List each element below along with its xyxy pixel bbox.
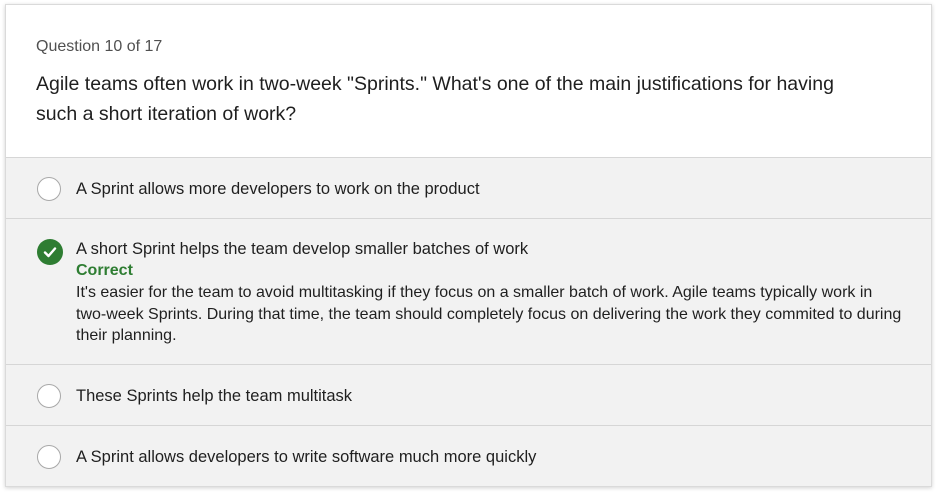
option-label: A Sprint allows developers to write soft… bbox=[76, 448, 537, 466]
answer-option-3[interactable]: These Sprints help the team multitask bbox=[6, 365, 931, 426]
question-text: Agile teams often work in two-week "Spri… bbox=[36, 73, 834, 125]
option-label: A short Sprint helps the team develop sm… bbox=[76, 240, 529, 258]
answer-explanation: It's easier for the team to avoid multit… bbox=[76, 284, 902, 344]
option-label: A Sprint allows more developers to work … bbox=[76, 180, 480, 198]
answer-option-1[interactable]: A Sprint allows more developers to work … bbox=[6, 158, 931, 219]
option-label: These Sprints help the team multitask bbox=[76, 387, 353, 405]
correct-status-label: Correct bbox=[76, 262, 133, 279]
answer-option-4[interactable]: A Sprint allows developers to write soft… bbox=[6, 426, 931, 486]
question-card: Question 10 of 17 Agile teams often work… bbox=[5, 4, 932, 487]
radio-button[interactable] bbox=[37, 384, 61, 408]
answer-option-2[interactable]: A short Sprint helps the team develop sm… bbox=[6, 219, 931, 365]
checkmark-icon bbox=[37, 239, 63, 265]
question-header: Question 10 of 17 Agile teams often work… bbox=[6, 5, 931, 158]
radio-button[interactable] bbox=[37, 177, 61, 201]
question-counter: Question 10 of 17 bbox=[36, 38, 163, 55]
radio-button[interactable] bbox=[37, 445, 61, 469]
